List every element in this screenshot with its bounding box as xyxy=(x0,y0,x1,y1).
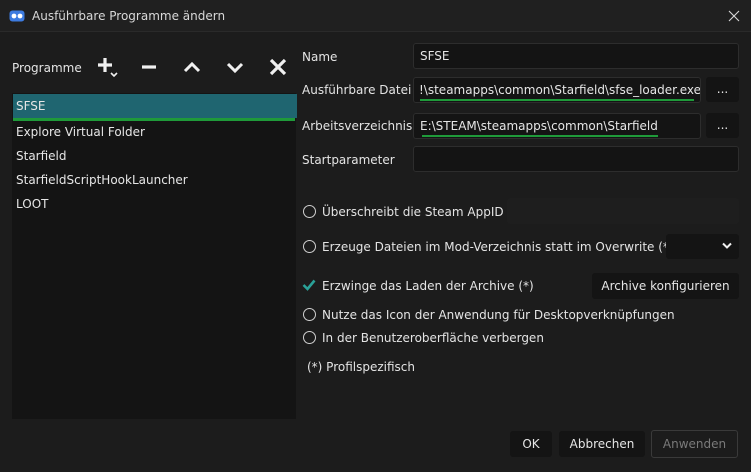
delete-program-button[interactable] xyxy=(265,55,291,79)
list-item-sfse[interactable]: SFSE xyxy=(13,94,297,121)
programs-label: Programme xyxy=(12,61,82,75)
programs-list[interactable]: SFSE Explore Virtual Folder Starfield St… xyxy=(12,93,297,419)
configure-archives-button[interactable]: Archive konfigurieren xyxy=(592,273,739,299)
list-item-starfield[interactable]: Starfield xyxy=(13,144,297,168)
executable-label: Ausführbare Datei xyxy=(302,83,412,97)
profile-specific-note: (*) Profilspezifisch xyxy=(307,360,416,374)
executable-input-value: !\steamapps\common\Starfield\sfse_loader… xyxy=(419,83,701,97)
title-bar: Ausführbare Programme ändern xyxy=(0,0,751,32)
cancel-button[interactable]: Abbrechen xyxy=(559,431,645,457)
working-directory-label: Arbeitsverzeichnis xyxy=(302,119,413,133)
override-appid-radio[interactable] xyxy=(303,205,316,218)
move-down-button[interactable] xyxy=(222,55,248,79)
use-icon-label: Nutze das Icon der Anwendung für Desktop… xyxy=(322,308,675,322)
use-icon-radio[interactable] xyxy=(303,308,316,321)
list-item-label: Explore Virtual Folder xyxy=(16,125,145,139)
chevron-down-icon xyxy=(722,242,732,249)
delete-icon xyxy=(269,58,287,76)
executable-input[interactable]: !\steamapps\common\Starfield\sfse_loader… xyxy=(413,77,701,103)
list-item-label: SFSE xyxy=(16,99,46,113)
working-directory-input[interactable]: E:\STEAM\steamapps\common\Starfield xyxy=(413,113,701,139)
move-down-icon xyxy=(226,62,244,74)
force-archives-check-icon[interactable] xyxy=(302,278,316,292)
arguments-label: Startparameter xyxy=(302,153,395,167)
list-item-label: Starfield xyxy=(16,149,67,163)
ok-button[interactable]: OK xyxy=(510,431,552,457)
working-directory-browse-button[interactable]: ... xyxy=(706,113,739,138)
working-directory-value: E:\STEAM\steamapps\common\Starfield xyxy=(420,119,658,133)
arguments-input[interactable] xyxy=(413,146,739,172)
add-icon xyxy=(98,58,118,78)
list-item-label: LOOT xyxy=(16,197,49,211)
name-input[interactable]: SFSE xyxy=(413,43,739,69)
name-label: Name xyxy=(302,50,338,64)
force-archives-label: Erzwinge das Laden der Archive (*) xyxy=(322,279,534,293)
mod-folder-dropdown[interactable] xyxy=(666,234,739,259)
remove-program-button[interactable] xyxy=(136,55,162,79)
list-item-explore-virtual-folder[interactable]: Explore Virtual Folder xyxy=(13,120,297,144)
remove-icon xyxy=(142,65,156,69)
close-window-button[interactable] xyxy=(716,4,751,28)
create-files-label: Erzeuge Dateien im Mod-Verzeichnis statt… xyxy=(322,240,674,254)
executable-browse-button[interactable]: ... xyxy=(706,77,739,102)
list-item-loot[interactable]: LOOT xyxy=(13,192,297,216)
window-title: Ausführbare Programme ändern xyxy=(32,9,226,23)
mo2-logo-icon xyxy=(9,10,25,22)
override-appid-input[interactable] xyxy=(507,198,739,224)
close-icon xyxy=(728,10,740,22)
move-up-icon xyxy=(183,61,201,73)
name-input-value: SFSE xyxy=(420,49,450,63)
apply-button[interactable]: Anwenden xyxy=(651,430,738,458)
list-item-starfieldscripthooklauncher[interactable]: StarfieldScriptHookLauncher xyxy=(13,168,297,192)
working-directory-highlight xyxy=(422,135,658,137)
hide-ui-radio[interactable] xyxy=(303,331,316,344)
hide-ui-label: In der Benutzeroberfläche verbergen xyxy=(322,331,544,345)
create-files-radio[interactable] xyxy=(303,240,316,253)
list-item-label: StarfieldScriptHookLauncher xyxy=(16,173,188,187)
add-program-button[interactable] xyxy=(94,55,120,79)
move-up-button[interactable] xyxy=(179,55,205,79)
override-appid-label: Überschreibt die Steam AppID xyxy=(322,205,504,219)
executable-highlight xyxy=(420,99,694,101)
